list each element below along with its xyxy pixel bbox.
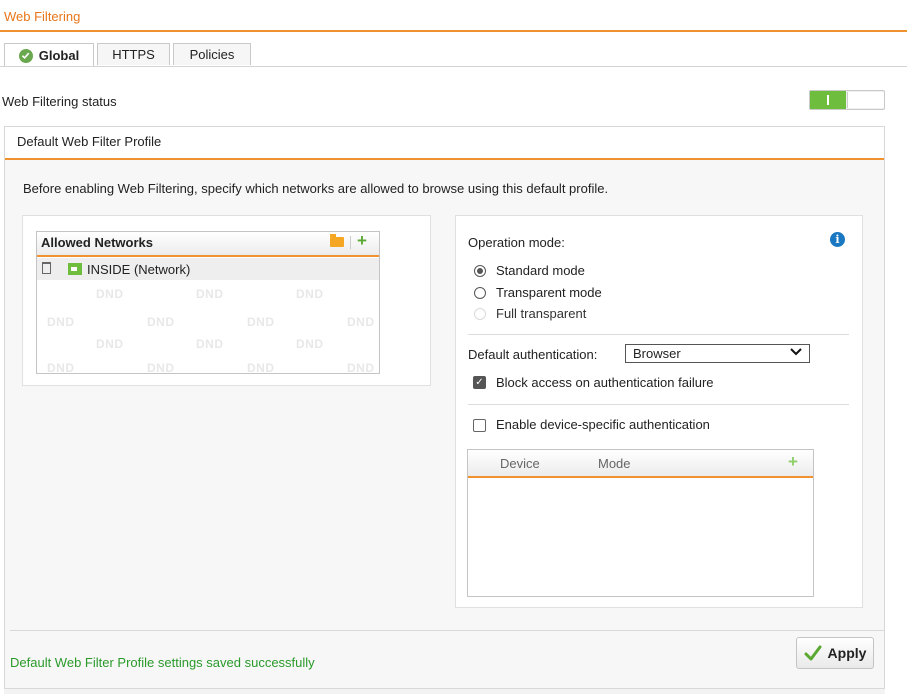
title-divider: [0, 30, 907, 32]
tab-global[interactable]: Global: [4, 43, 94, 67]
dnd-placeholder: DND: [196, 287, 224, 301]
dnd-placeholder: DND: [147, 361, 175, 374]
radio-standard-mode[interactable]: [474, 265, 486, 277]
dnd-placeholder: DND: [96, 287, 124, 301]
device-auth-checkbox[interactable]: [473, 419, 486, 432]
add-network-icon[interactable]: +: [357, 232, 367, 249]
info-icon[interactable]: i: [830, 232, 845, 247]
toggle-on-indicator: [827, 95, 829, 105]
dnd-placeholder: DND: [196, 337, 224, 351]
allowed-networks-title: Allowed Networks: [41, 235, 153, 250]
section-divider: [468, 334, 849, 335]
apply-label: Apply: [827, 645, 867, 661]
default-authentication-select[interactable]: Browser: [625, 344, 810, 363]
device-auth-label: Enable device-specific authentication: [496, 417, 710, 432]
dnd-placeholder: DND: [347, 361, 375, 374]
trash-icon[interactable]: [42, 262, 51, 274]
tabs-divider: [0, 66, 907, 67]
dnd-placeholder: DND: [96, 337, 124, 351]
dnd-placeholder: DND: [296, 337, 324, 351]
tab-https-label: HTTPS: [112, 47, 155, 62]
dnd-placeholder: DND: [47, 361, 75, 374]
column-header-mode[interactable]: Mode: [598, 456, 631, 471]
folder-icon[interactable]: [330, 234, 344, 247]
standard-mode-label: Standard mode: [496, 263, 585, 278]
full-transparent-label: Full transparent: [496, 306, 587, 321]
check-circle-icon: [18, 48, 33, 63]
chevron-down-icon: [790, 346, 802, 360]
radio-full-transparent: [474, 308, 486, 320]
tab-global-label: Global: [38, 48, 80, 63]
dnd-placeholder: DND: [347, 315, 375, 329]
add-device-icon[interactable]: +: [788, 453, 798, 470]
next-panel-edge: [4, 688, 885, 694]
profile-info-text: Before enabling Web Filtering, specify w…: [23, 181, 609, 196]
dnd-placeholder: DND: [247, 361, 275, 374]
toggle-knob: [847, 92, 884, 108]
column-header-device[interactable]: Device: [500, 456, 540, 471]
network-flag-icon: [68, 263, 82, 275]
web-filtering-toggle[interactable]: [809, 90, 885, 110]
status-message: Default Web Filter Profile settings save…: [10, 655, 315, 670]
dnd-placeholder: DND: [147, 315, 175, 329]
section-divider: [468, 404, 849, 405]
dnd-placeholder: DND: [296, 287, 324, 301]
apply-button[interactable]: Apply: [796, 637, 874, 669]
tab-policies[interactable]: Policies: [173, 43, 251, 65]
header-separator: [350, 236, 351, 249]
tab-https[interactable]: HTTPS: [97, 43, 170, 65]
block-access-checkbox[interactable]: ✓: [473, 376, 486, 389]
radio-transparent-mode[interactable]: [474, 287, 486, 299]
dnd-placeholder: DND: [247, 315, 275, 329]
transparent-mode-label: Transparent mode: [496, 285, 602, 300]
panel-title: Default Web Filter Profile: [17, 134, 162, 149]
checkmark-icon: [804, 645, 822, 661]
web-filtering-status-label: Web Filtering status: [2, 94, 117, 109]
default-authentication-label: Default authentication:: [468, 347, 598, 362]
page-title: Web Filtering: [4, 9, 81, 24]
dnd-placeholder: DND: [47, 315, 75, 329]
footer-divider: [10, 630, 885, 631]
tab-policies-label: Policies: [189, 47, 235, 62]
block-access-label: Block access on authentication failure: [496, 375, 714, 390]
network-item-label: INSIDE (Network): [87, 262, 191, 277]
operation-mode-label: Operation mode:: [468, 235, 565, 250]
